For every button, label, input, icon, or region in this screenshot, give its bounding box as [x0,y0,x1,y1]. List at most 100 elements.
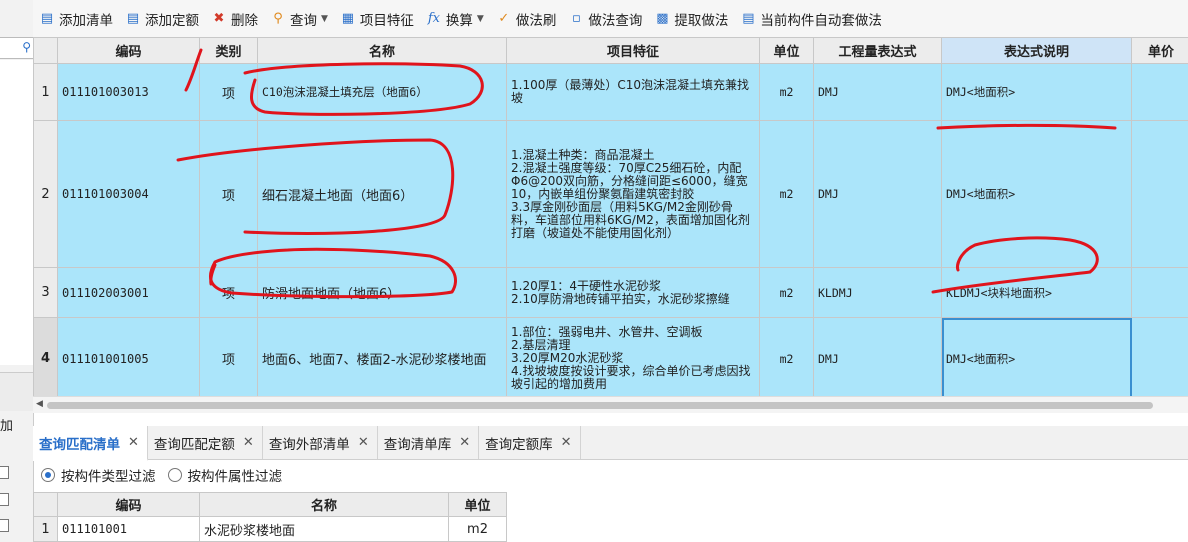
name-cell[interactable]: C10泡沫混凝土填充层（地面6） [257,63,507,121]
price-cell[interactable] [1131,317,1188,400]
extract-method-button[interactable]: ▩ 提取做法 [654,9,728,29]
expression-cell[interactable]: DMJ [813,120,942,268]
brush-icon: ✓ [498,10,510,26]
category-cell[interactable]: 项 [199,63,258,121]
code-cell[interactable]: 011101003013 [57,63,200,121]
expression-desc-cell[interactable]: DMJ<地面积> [941,120,1132,268]
unit-cell[interactable]: m2 [759,120,814,268]
feature-cell[interactable]: 1.混凝土种类：商品混凝土 2.混凝土强度等级：70厚C25细石砼，内配Φ6@2… [506,120,760,268]
close-icon[interactable]: ✕ [561,435,572,450]
scrollbar-thumb[interactable] [47,402,1153,409]
horizontal-scrollbar[interactable]: ◀ [33,396,1188,413]
bill-grid: 编码 类别 名称 项目特征 单位 工程量表达式 表达式说明 单价 1 01110… [33,37,1188,400]
feature-cell[interactable]: 1.100厚（最薄处）C10泡沫混凝土填充兼找坡 [506,63,760,121]
chevron-down-icon[interactable]: ▼ [477,14,484,24]
close-icon[interactable]: ✕ [358,435,369,450]
add-list-button[interactable]: ▤ 添加清单 [39,9,113,29]
left-panel: ⚲ 加 [0,0,34,542]
expression-desc-cell[interactable]: DMJ<地面积> [941,317,1132,400]
close-icon[interactable]: ✕ [459,435,470,450]
col-header-unit[interactable]: 单位 [448,492,507,517]
unit-cell[interactable]: m2 [759,267,814,318]
table-row[interactable]: 2 011101003004 项 细石混凝土地面（地面6） 1.混凝土种类：商品… [33,120,1188,268]
col-header-feature[interactable]: 项目特征 [506,37,760,64]
col-header-price[interactable]: 单价 [1131,37,1188,64]
left-search-box[interactable]: ⚲ [0,37,33,59]
component-tree[interactable] [0,60,33,365]
category-cell[interactable]: 项 [199,120,258,268]
method-brush-button[interactable]: ✓ 做法刷 [496,9,556,29]
add-button[interactable]: 加 [0,415,13,434]
checkbox[interactable] [0,493,9,506]
row-number[interactable]: 4 [33,317,58,400]
close-icon[interactable]: ✕ [243,435,254,450]
fx-icon: fx [427,10,440,26]
price-cell[interactable] [1131,267,1188,318]
checkbox[interactable] [0,466,9,479]
auto-apply-method-button[interactable]: ▤ 当前构件自动套做法 [740,9,882,29]
row-number[interactable]: 1 [33,516,58,542]
expression-cell[interactable]: KLDMJ [813,267,942,318]
method-query-button[interactable]: ▫ 做法查询 [568,9,642,29]
col-header-name[interactable]: 名称 [199,492,449,517]
tab-quota-library[interactable]: 查询定额库 ✕ [479,426,581,459]
add-list-icon: ▤ [40,10,54,26]
grid-header: 编码 类别 名称 项目特征 单位 工程量表达式 表达式说明 单价 [33,37,1188,64]
table-row[interactable]: 4 011101001005 项 地面6、地面7、楼面2-水泥砂浆楼地面 1.部… [33,317,1188,400]
expression-cell[interactable]: DMJ [813,63,942,121]
code-cell[interactable]: 011101001 [57,516,200,542]
table-row[interactable]: 1 011101003013 项 C10泡沫混凝土填充层（地面6） 1.100厚… [33,63,1188,121]
table-row[interactable]: 1 011101001 水泥砂浆楼地面 m2 [33,516,507,542]
radio-unselected[interactable] [167,468,182,482]
query-button[interactable]: ⚲ 查询 ▼ [270,9,328,29]
code-cell[interactable]: 011101003004 [57,120,200,268]
col-header-name[interactable]: 名称 [257,37,507,64]
tab-match-quota[interactable]: 查询匹配定额 ✕ [148,426,263,459]
tab-external-list[interactable]: 查询外部清单 ✕ [263,426,378,459]
price-cell[interactable] [1131,120,1188,268]
col-header-code[interactable]: 编码 [57,492,200,517]
unit-cell[interactable]: m2 [448,516,507,542]
tab-list-library[interactable]: 查询清单库 ✕ [378,426,480,459]
expression-desc-cell[interactable]: KLDMJ<块料地面积> [941,267,1132,318]
expression-desc-cell[interactable]: DMJ<地面积> [941,63,1132,121]
expression-cell[interactable]: DMJ [813,317,942,400]
chevron-down-icon[interactable]: ▼ [321,14,328,24]
name-cell[interactable]: 水泥砂浆楼地面 [199,516,449,542]
filter-by-attribute-radio[interactable]: 按构件属性过滤 [167,465,282,485]
radio-selected[interactable] [41,468,55,482]
col-header-code[interactable]: 编码 [57,37,200,64]
col-header-unit[interactable]: 单位 [759,37,814,64]
convert-button[interactable]: fx 换算 ▼ [426,9,484,29]
row-number[interactable]: 2 [33,120,58,268]
col-header-expression[interactable]: 工程量表达式 [813,37,942,64]
col-header-expression-desc[interactable]: 表达式说明 [941,37,1132,64]
tab-match-list[interactable]: 查询匹配清单 ✕ [33,426,148,461]
item-feature-button[interactable]: ▦ 项目特征 [340,9,414,29]
name-cell[interactable]: 地面6、地面7、楼面2-水泥砂浆楼地面 [257,317,507,400]
price-cell[interactable] [1131,63,1188,121]
filter-row: 按构件类型过滤 按构件属性过滤 [33,460,1188,490]
col-header-category[interactable]: 类别 [199,37,258,64]
delete-button[interactable]: ✖ 删除 [211,9,258,29]
unit-cell[interactable]: m2 [759,63,814,121]
code-cell[interactable]: 011101001005 [57,317,200,400]
table-row[interactable]: 3 011102003001 项 防滑地面地面（地面6） 1.20厚1：4干硬性… [33,267,1188,318]
name-cell[interactable]: 细石混凝土地面（地面6） [257,120,507,268]
code-cell[interactable]: 011102003001 [57,267,200,318]
search-icon[interactable]: ⚲ [22,40,31,54]
checkbox[interactable] [0,519,9,532]
name-cell[interactable]: 防滑地面地面（地面6） [257,267,507,318]
add-quota-button[interactable]: ▤ 添加定额 [125,9,199,29]
scroll-left-icon[interactable]: ◀ [36,399,43,409]
unit-cell[interactable]: m2 [759,317,814,400]
toolbar: ▤ 添加清单 ▤ 添加定额 ✖ 删除 ⚲ 查询 ▼ ▦ 项目特征 fx 换算 ▼ ✓ 做法刷 ▫ 做… [33,0,1188,38]
row-number[interactable]: 3 [33,267,58,318]
category-cell[interactable]: 项 [199,317,258,400]
row-number[interactable]: 1 [33,63,58,121]
feature-cell[interactable]: 1.20厚1：4干硬性水泥砂浆 2.10厚防滑地砖铺平拍实，水泥砂浆擦缝 [506,267,760,318]
close-icon[interactable]: ✕ [128,435,139,450]
feature-cell[interactable]: 1.部位：强弱电井、水管井、空调板 2.基层清理 3.20厚M20水泥砂浆 4.… [506,317,760,400]
category-cell[interactable]: 项 [199,267,258,318]
filter-by-type-radio[interactable]: 按构件类型过滤 [41,465,156,485]
